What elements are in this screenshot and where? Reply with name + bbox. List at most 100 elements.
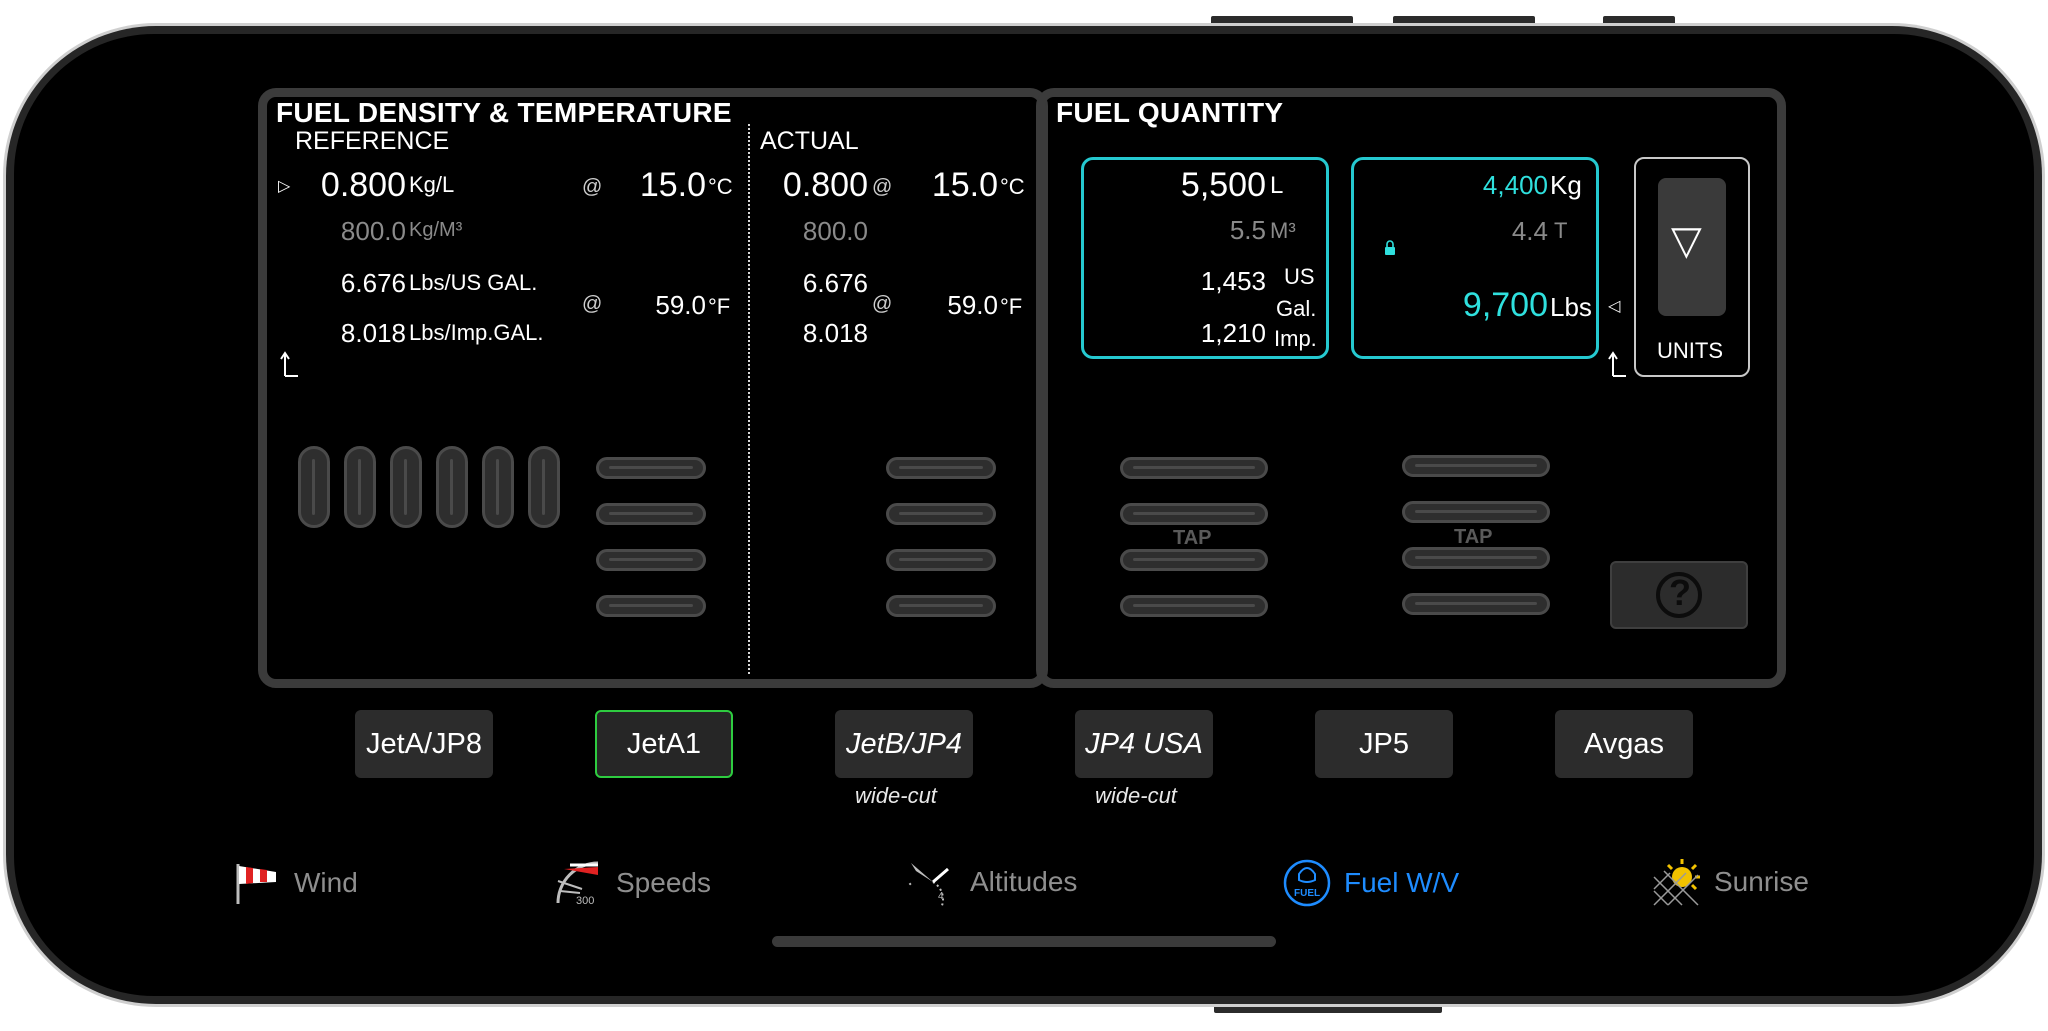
ref-kg-l-unit: Kg/L xyxy=(409,172,455,197)
mass-t-value: 4.4 xyxy=(1511,216,1548,246)
density-digit-wheel[interactable] xyxy=(528,446,560,528)
ref-kg-l-value[interactable]: 0.800 xyxy=(300,166,406,205)
tab-label: Wind xyxy=(294,867,358,898)
actual-lbs-us-value: 6.676 xyxy=(802,268,868,298)
fuel-type-jeta-jp8-button[interactable]: JetA/JP8 xyxy=(355,710,493,778)
actual-temp-f-value[interactable]: 59.0 xyxy=(890,290,998,321)
volume-m3-value: 5.5 xyxy=(1229,215,1266,245)
actual-temp-wheel[interactable] xyxy=(886,457,996,479)
help-symbol: ? xyxy=(1669,572,1691,613)
ref-temp-f-unit: °F xyxy=(708,294,731,319)
fuel-type-jp4-usa-button[interactable]: JP4 USA xyxy=(1075,710,1213,778)
hardware-button xyxy=(1603,16,1675,26)
ref-temp-c-value[interactable]: 15.0 xyxy=(600,166,706,205)
density-digit-wheel[interactable] xyxy=(390,446,422,528)
fuel-type-jp5-button[interactable]: JP5 xyxy=(1315,710,1453,778)
ref-temp-wheel[interactable] xyxy=(596,457,706,479)
volume-imp-gal-unit: Imp. xyxy=(1274,326,1317,351)
fuel-icon-text: FUEL xyxy=(1294,888,1320,899)
hardware-button xyxy=(1393,16,1535,26)
mass-t-unit: T xyxy=(1554,218,1568,243)
mass-kg-unit: Kg xyxy=(1550,170,1582,200)
altimeter-icon: 4 xyxy=(908,863,949,907)
fuel-type-jp4-usa-subtitle: wide-cut xyxy=(1095,783,1177,808)
volume-us-gal-value: 1,453 xyxy=(1200,266,1266,296)
mass-wheel[interactable] xyxy=(1402,501,1550,523)
link-arrow-icon xyxy=(1608,351,1626,377)
volume-wheel[interactable] xyxy=(1120,457,1268,479)
density-digit-wheel[interactable] xyxy=(298,446,330,528)
reference-actual-divider xyxy=(748,124,750,674)
density-digit-wheel[interactable] xyxy=(344,446,376,528)
svg-text:300: 300 xyxy=(576,895,594,907)
tab-fuel[interactable]: FUEL Fuel W/V xyxy=(1282,858,1459,908)
fuel-type-jeta1-button[interactable]: JetA1 xyxy=(595,710,733,778)
svg-text:4: 4 xyxy=(938,891,944,902)
fuel-type-avgas-button[interactable]: Avgas xyxy=(1555,710,1693,778)
ref-kg-m3-value: 800.0 xyxy=(340,216,406,246)
tab-label: Speeds xyxy=(616,867,711,898)
link-arrow-icon xyxy=(280,351,298,377)
selected-unit-marker-icon: ◁ xyxy=(1608,298,1621,315)
sunrise-icon xyxy=(1653,859,1700,906)
ref-temp-wheel[interactable] xyxy=(596,503,706,525)
tab-label: Sunrise xyxy=(1714,866,1809,897)
mass-lbs-value: 9,700 xyxy=(1462,286,1548,324)
volume-gal-label: Gal. xyxy=(1276,296,1317,321)
airspeed-icon: 300 xyxy=(556,861,599,907)
hardware-button xyxy=(1211,16,1353,26)
ref-lbs-imp-unit: Lbs/Imp.GAL. xyxy=(409,320,544,345)
ref-lbs-us-value[interactable]: 6.676 xyxy=(300,268,406,299)
mass-wheel[interactable] xyxy=(1402,547,1550,569)
actual-temp-wheel[interactable] xyxy=(886,503,996,525)
actual-temp-c-value[interactable]: 15.0 xyxy=(890,166,998,205)
density-digit-wheel[interactable] xyxy=(436,446,468,528)
ref-kg-m3-unit: Kg/M³ xyxy=(409,219,463,241)
actual-label: ACTUAL xyxy=(760,127,859,155)
fuel-icon: FUEL xyxy=(1283,859,1331,907)
home-indicator[interactable] xyxy=(772,936,1276,947)
density-digit-wheel[interactable] xyxy=(482,446,514,528)
actual-temp-wheel[interactable] xyxy=(886,549,996,571)
units-label: UNITS xyxy=(1657,338,1723,363)
tab-wind[interactable]: Wind xyxy=(234,860,358,906)
tab-speeds[interactable]: 300 Speeds xyxy=(554,858,711,908)
units-triangle-icon: ▽ xyxy=(1671,219,1702,263)
quantity-panel-title: FUEL QUANTITY xyxy=(1056,97,1284,128)
ref-temp-c-unit: °C xyxy=(708,174,733,199)
selected-row-marker-icon: ▷ xyxy=(278,178,291,195)
hardware-button xyxy=(1214,1003,1442,1013)
actual-lbs-imp-value: 8.018 xyxy=(802,318,868,348)
volume-m3-unit: M³ xyxy=(1270,218,1296,243)
mass-tap-label: TAP xyxy=(1454,526,1493,548)
volume-wheel[interactable] xyxy=(1120,595,1268,617)
fuel-type-jetb-jp4-button[interactable]: JetB/JP4 xyxy=(835,710,973,778)
mass-wheel[interactable] xyxy=(1402,455,1550,477)
density-panel-title: FUEL DENSITY & TEMPERATURE xyxy=(276,97,732,128)
ref-temp-wheel[interactable] xyxy=(596,595,706,617)
lock-icon xyxy=(1385,240,1395,255)
volume-litres-value: 5,500 xyxy=(1180,166,1266,204)
mass-wheel[interactable] xyxy=(1402,593,1550,615)
actual-kg-m3-value: 800.0 xyxy=(802,216,868,246)
ref-lbs-imp-value[interactable]: 8.018 xyxy=(300,318,406,349)
tab-altitudes[interactable]: 4 Altitudes xyxy=(908,856,1077,908)
actual-temp-wheel[interactable] xyxy=(886,595,996,617)
actual-temp-c-unit: °C xyxy=(1000,174,1025,199)
tab-label: Altitudes xyxy=(970,866,1078,897)
ref-lbs-us-unit: Lbs/US GAL. xyxy=(409,270,538,295)
fuel-type-jetb-jp4-subtitle: wide-cut xyxy=(855,783,937,808)
actual-temp-f-unit: °F xyxy=(1000,294,1023,319)
ref-temp-f-value[interactable]: 59.0 xyxy=(600,290,706,321)
volume-wheel[interactable] xyxy=(1120,503,1268,525)
tab-sunrise[interactable]: Sunrise xyxy=(1652,856,1809,908)
windsock-icon xyxy=(236,864,276,904)
ref-temp-wheel[interactable] xyxy=(596,549,706,571)
actual-kg-l-value: 0.800 xyxy=(782,166,868,204)
volume-imp-gal-value: 1,210 xyxy=(1200,318,1266,348)
reference-label: REFERENCE xyxy=(295,127,450,155)
tab-label: Fuel W/V xyxy=(1344,867,1460,898)
volume-us-gal-unit: US xyxy=(1284,264,1315,289)
mass-lbs-unit: Lbs xyxy=(1550,292,1592,322)
volume-wheel[interactable] xyxy=(1120,549,1268,571)
